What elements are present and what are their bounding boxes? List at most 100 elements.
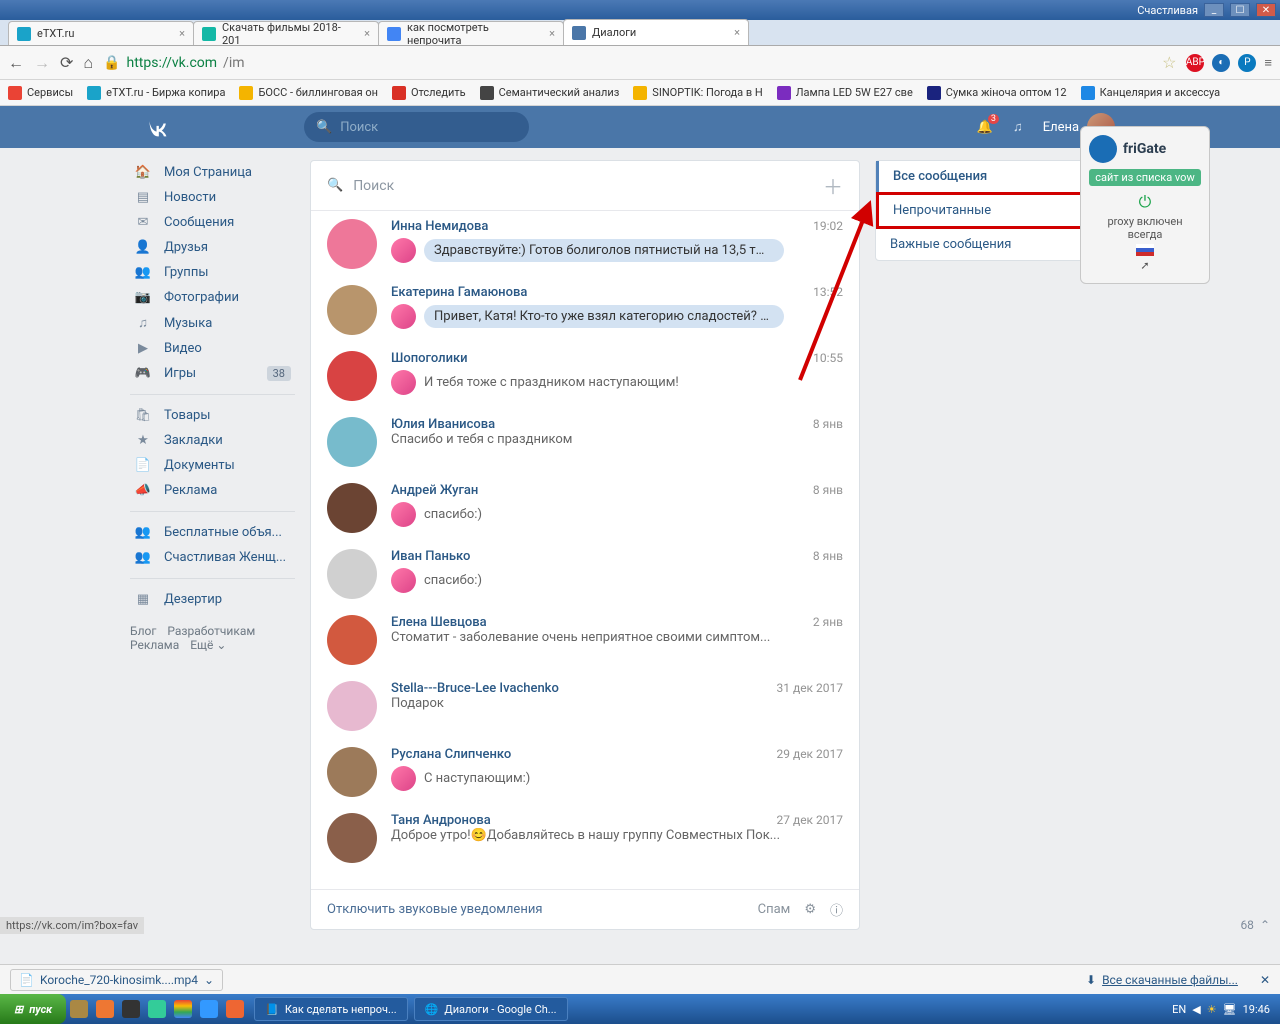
scroll-to-top[interactable]: 68⌃ <box>1240 918 1270 932</box>
sidebar-item[interactable]: 📷Фотографии <box>130 285 295 310</box>
dialog-item[interactable]: Елена Шевцова2 янвСтоматит - заболевание… <box>311 607 859 673</box>
quick-launch-3[interactable] <box>122 1000 140 1018</box>
ext-p-icon[interactable]: P <box>1238 54 1256 72</box>
arrow-icon[interactable]: ➚ <box>1140 259 1149 272</box>
window-minimize[interactable]: _ <box>1204 3 1224 17</box>
bookmark-item[interactable]: Канцелярия и аксессуа <box>1081 86 1221 100</box>
browser-tab[interactable]: Скачать фильмы 2018-201× <box>193 21 379 45</box>
browser-tab[interactable]: Диалоги× <box>563 19 749 45</box>
footer-dev[interactable]: Разработчикам <box>167 624 255 638</box>
dialog-item[interactable]: Таня Андронова27 дек 2017Доброе утро!😊До… <box>311 805 859 871</box>
window-close[interactable]: ✕ <box>1256 3 1276 17</box>
quick-launch-4[interactable] <box>148 1000 166 1018</box>
close-icon[interactable]: × <box>549 27 555 40</box>
filter-unread[interactable]: Непрочитанные <box>876 192 1104 229</box>
url-field[interactable]: 🔒 https://vk.com/im <box>103 55 1152 71</box>
tray-icon-3[interactable]: 🖥 <box>1223 1003 1237 1016</box>
vk-search-input[interactable] <box>340 120 506 135</box>
favicon <box>8 86 22 100</box>
chevron-down-icon[interactable]: ⌄ <box>204 973 214 987</box>
quick-launch-7[interactable] <box>226 1000 244 1018</box>
dialog-name: Шопоголики <box>391 351 468 366</box>
quick-launch-1[interactable] <box>70 1000 88 1018</box>
power-icon[interactable]: ⏻ <box>1139 192 1152 212</box>
home-button[interactable]: ⌂ <box>83 53 93 73</box>
back-button[interactable]: ← <box>8 53 24 73</box>
sidebar-item[interactable]: 👥Счастливая Женщ... <box>130 545 295 570</box>
clock[interactable]: 19:46 <box>1243 1003 1270 1016</box>
sidebar-item[interactable]: ▶Видео <box>130 336 295 361</box>
info-icon[interactable]: ⓘ <box>830 900 843 919</box>
start-button[interactable]: ⊞пуск <box>0 994 66 1024</box>
all-downloads-link[interactable]: Все скачанные файлы... <box>1102 973 1238 987</box>
filter-important[interactable]: Важные сообщения <box>876 229 1104 260</box>
tab-title: как посмотреть непрочита <box>407 21 543 45</box>
download-item[interactable]: 📄 Koroche_720-kinosimk....mp4 ⌄ <box>10 969 223 991</box>
sidebar-item[interactable]: ♫Музыка <box>130 310 295 336</box>
quick-launch-2[interactable] <box>96 1000 114 1018</box>
sidebar-item[interactable]: ✉Сообщения <box>130 210 295 235</box>
browser-tab[interactable]: как посмотреть непрочита × <box>378 21 564 45</box>
sidebar-item[interactable]: ▦Дезертир <box>130 587 295 612</box>
vk-logo[interactable] <box>146 113 174 141</box>
footer-ads[interactable]: Реклама <box>130 638 179 652</box>
mute-link[interactable]: Отключить звуковые уведомления <box>327 902 542 917</box>
vk-search[interactable]: 🔍 <box>304 112 529 142</box>
footer-blog[interactable]: Блог <box>130 624 156 638</box>
quick-launch-6[interactable] <box>200 1000 218 1018</box>
forward-button[interactable]: → <box>34 53 50 73</box>
sidebar-item[interactable]: 📣Реклама <box>130 478 295 503</box>
tray-icon-1[interactable]: ◀ <box>1192 1003 1200 1016</box>
dialog-item[interactable]: Андрей Жуган8 янвспасибо:) <box>311 475 859 541</box>
reload-button[interactable]: ⟳ <box>60 53 73 72</box>
dialog-item[interactable]: Шопоголики10:55И тебя тоже с праздником … <box>311 343 859 409</box>
spam-link[interactable]: Спам <box>758 902 791 917</box>
close-icon[interactable]: × <box>179 27 185 40</box>
filter-all[interactable]: Все сообщения <box>876 161 1104 192</box>
window-maximize[interactable]: ☐ <box>1230 3 1250 17</box>
frigate-ext-icon[interactable]: ◐ <box>1212 54 1230 72</box>
abp-icon[interactable]: ABP <box>1186 54 1204 72</box>
sidebar-item[interactable]: 👤Друзья <box>130 235 295 260</box>
sidebar-item[interactable]: 👥Бесплатные объя... <box>130 520 295 545</box>
taskbar-task-1[interactable]: 📘Как сделать непроч... <box>254 997 408 1021</box>
close-icon[interactable]: × <box>364 27 370 40</box>
footer-more[interactable]: Ещё ⌄ <box>190 638 226 652</box>
sidebar-item[interactable]: ▤Новости <box>130 185 295 210</box>
tray-icon-2[interactable]: ☀ <box>1207 1003 1217 1016</box>
menu-icon[interactable]: ≡ <box>1264 55 1272 71</box>
bookmark-item[interactable]: Сумка жіноча оптом 12 <box>927 86 1067 100</box>
bookmark-item[interactable]: Лампа LED 5W E27 све <box>777 86 913 100</box>
dialog-item[interactable]: Stella---Bruce-Lee Ivachenko31 дек 2017П… <box>311 673 859 739</box>
music-icon[interactable]: ♫ <box>1013 119 1023 135</box>
dialog-item[interactable]: Юлия Иванисова8 янвСпасибо и тебя с праз… <box>311 409 859 475</box>
taskbar-task-2[interactable]: 🌐Диалоги - Google Ch... <box>414 997 568 1021</box>
bookmark-item[interactable]: БОСС - биллинговая он <box>239 86 378 100</box>
sidebar-item[interactable]: 👥Группы <box>130 260 295 285</box>
dialogs-search-input[interactable] <box>353 178 823 194</box>
new-dialog-button[interactable]: ＋ <box>823 171 843 200</box>
gear-icon[interactable]: ⚙ <box>804 902 816 917</box>
bookmark-item[interactable]: eTXT.ru - Биржа копира <box>87 86 225 100</box>
chrome-icon[interactable] <box>174 1000 192 1018</box>
sidebar-item[interactable]: 🛍Товары <box>130 403 295 428</box>
language-indicator[interactable]: EN <box>1172 1003 1186 1016</box>
bookmark-item[interactable]: Сервисы <box>8 86 73 100</box>
dialog-item[interactable]: Инна Немидова19:02Здравствуйте:) Готов б… <box>311 211 859 277</box>
dialog-item[interactable]: Екатерина Гамаюнова13:52Привет, Катя! Кт… <box>311 277 859 343</box>
dialog-item[interactable]: Руслана Слипченко29 дек 2017С наступающи… <box>311 739 859 805</box>
browser-tab[interactable]: eTXT.ru× <box>8 21 194 45</box>
close-icon[interactable]: ✕ <box>1260 973 1270 987</box>
sidebar-item[interactable]: 🏠Моя Страница <box>130 160 295 185</box>
notifications-icon[interactable]: 🔔3 <box>977 120 993 135</box>
dialog-item[interactable]: Иван Панько8 янвспасибо:) <box>311 541 859 607</box>
sidebar-item[interactable]: ★Закладки <box>130 428 295 453</box>
sidebar-item[interactable]: 📄Документы <box>130 453 295 478</box>
sidebar-item[interactable]: 🎮Игры38 <box>130 361 295 386</box>
bookmark-item[interactable]: Отследить <box>392 86 466 100</box>
bookmark-item[interactable]: SINOPTIK: Погода в Н <box>633 86 762 100</box>
frigate-panel[interactable]: friGate сайт из списка vow ⏻ proxy включ… <box>1080 126 1210 284</box>
close-icon[interactable]: × <box>734 26 740 39</box>
bookmark-item[interactable]: Семантический анализ <box>480 86 620 100</box>
star-icon[interactable]: ☆ <box>1162 53 1176 72</box>
